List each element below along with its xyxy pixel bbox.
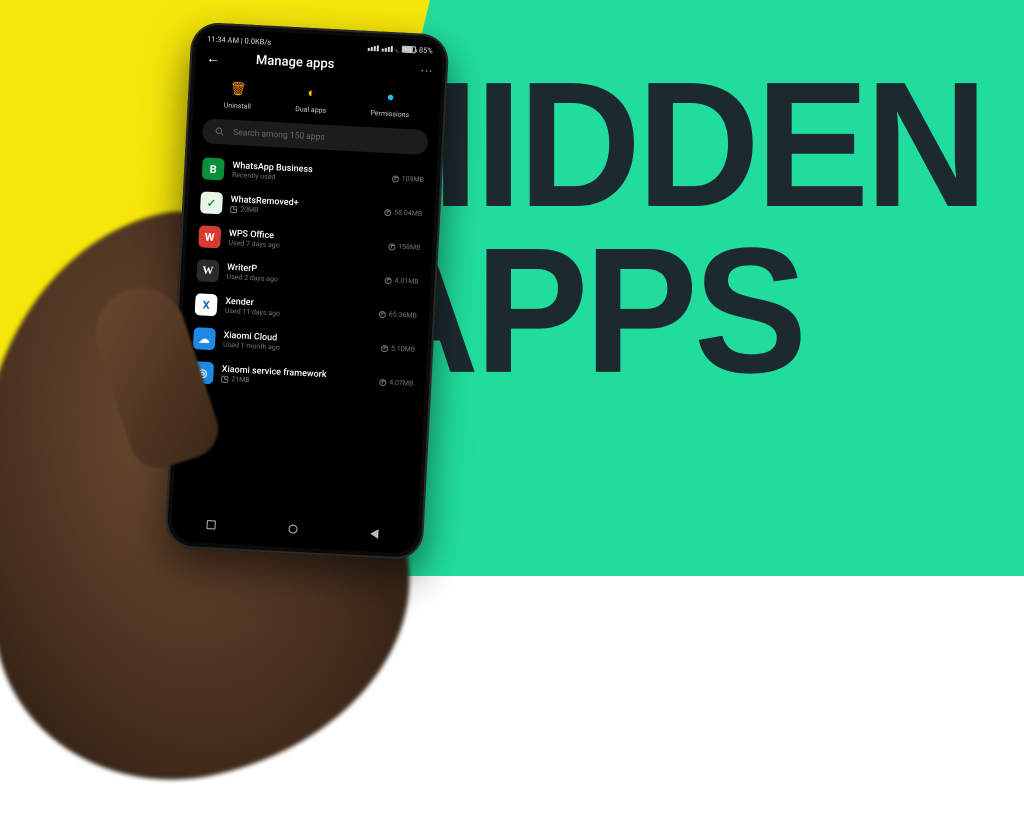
status-time: 11:34 AM <box>207 34 239 45</box>
android-nav-bar <box>171 511 418 550</box>
back-nav-button[interactable] <box>370 529 383 542</box>
app-size: 58.04MB <box>384 208 422 218</box>
app-icon: ☁ <box>193 327 216 350</box>
storage-icon <box>230 205 237 212</box>
status-speed: 0.0KB/s <box>244 36 271 46</box>
app-icon: B <box>202 157 225 180</box>
home-button[interactable] <box>288 524 301 537</box>
recent-apps-button[interactable] <box>206 520 219 533</box>
phone-frame: 11:34 AM | 0.0KB/s ◟ 85% ← Manage apps ⋮… <box>164 22 449 561</box>
clock-icon <box>384 277 391 284</box>
dual-apps-icon: ◐ <box>302 84 321 103</box>
clock-icon <box>384 208 391 215</box>
search-placeholder: Search among 150 apps <box>233 127 325 142</box>
clock-icon <box>379 310 386 317</box>
clock-icon <box>392 175 399 182</box>
app-text-block: Xiaomi CloudUsed 1 month ago <box>223 331 374 357</box>
app-size: 65.36MB <box>379 310 417 320</box>
phone-screen: 11:34 AM | 0.0KB/s ◟ 85% ← Manage apps ⋮… <box>171 28 444 554</box>
permissions-label: Permissions <box>370 109 409 119</box>
overflow-menu-button[interactable]: ⋮ <box>420 64 435 75</box>
app-text-block: WhatsRemoved+20MB <box>230 195 377 221</box>
uninstall-label: Uninstall <box>224 101 251 110</box>
app-size: 5.10MB <box>381 344 415 354</box>
clock-icon <box>388 243 395 250</box>
app-text-block: XenderUsed 11 days ago <box>225 297 372 323</box>
headline-text: HIDDEN APPS <box>356 62 984 394</box>
back-button[interactable]: ← <box>206 49 221 67</box>
signal-icon <box>368 44 379 51</box>
app-size: 109MB <box>392 174 425 184</box>
uninstall-action[interactable]: 🗑 Uninstall <box>224 79 253 110</box>
battery-icon <box>402 46 416 54</box>
trash-icon: 🗑 <box>229 80 248 99</box>
page-title: Manage apps <box>232 52 411 76</box>
app-icon: ✓ <box>200 191 223 214</box>
app-icon: X <box>195 293 218 316</box>
signal-icon-2 <box>382 45 393 52</box>
dual-apps-label: Dual apps <box>295 105 326 115</box>
app-text-block: WriterPUsed 2 days ago <box>226 263 377 289</box>
clock-icon <box>379 378 386 385</box>
permissions-action[interactable]: ● Permissions <box>370 87 410 119</box>
app-size: 4.07MB <box>379 378 413 388</box>
app-text-block: WPS OfficeUsed 7 days ago <box>228 229 380 255</box>
app-size: 158MB <box>388 242 421 252</box>
app-icon: W <box>198 225 221 248</box>
storage-icon <box>221 375 228 382</box>
dual-apps-action[interactable]: ◐ Dual apps <box>295 83 328 115</box>
wifi-icon: ◟ <box>396 44 400 53</box>
battery-percent: 85% <box>419 46 433 56</box>
clock-icon <box>381 344 388 351</box>
headline-line2: APPS <box>356 228 984 394</box>
app-size: 4.01MB <box>384 276 418 286</box>
permissions-icon: ● <box>381 88 400 107</box>
headline-line1: HIDDEN <box>356 62 984 228</box>
app-text-block: Xiaomi service framework21MB <box>221 365 372 391</box>
status-left: 11:34 AM | 0.0KB/s <box>207 34 272 46</box>
app-list[interactable]: B WhatsApp BusinessRecently used 109MB ✓ Wha… <box>179 151 437 402</box>
search-icon <box>214 126 226 138</box>
app-icon: W <box>196 259 219 282</box>
app-text-block: WhatsApp BusinessRecently used <box>232 161 384 187</box>
